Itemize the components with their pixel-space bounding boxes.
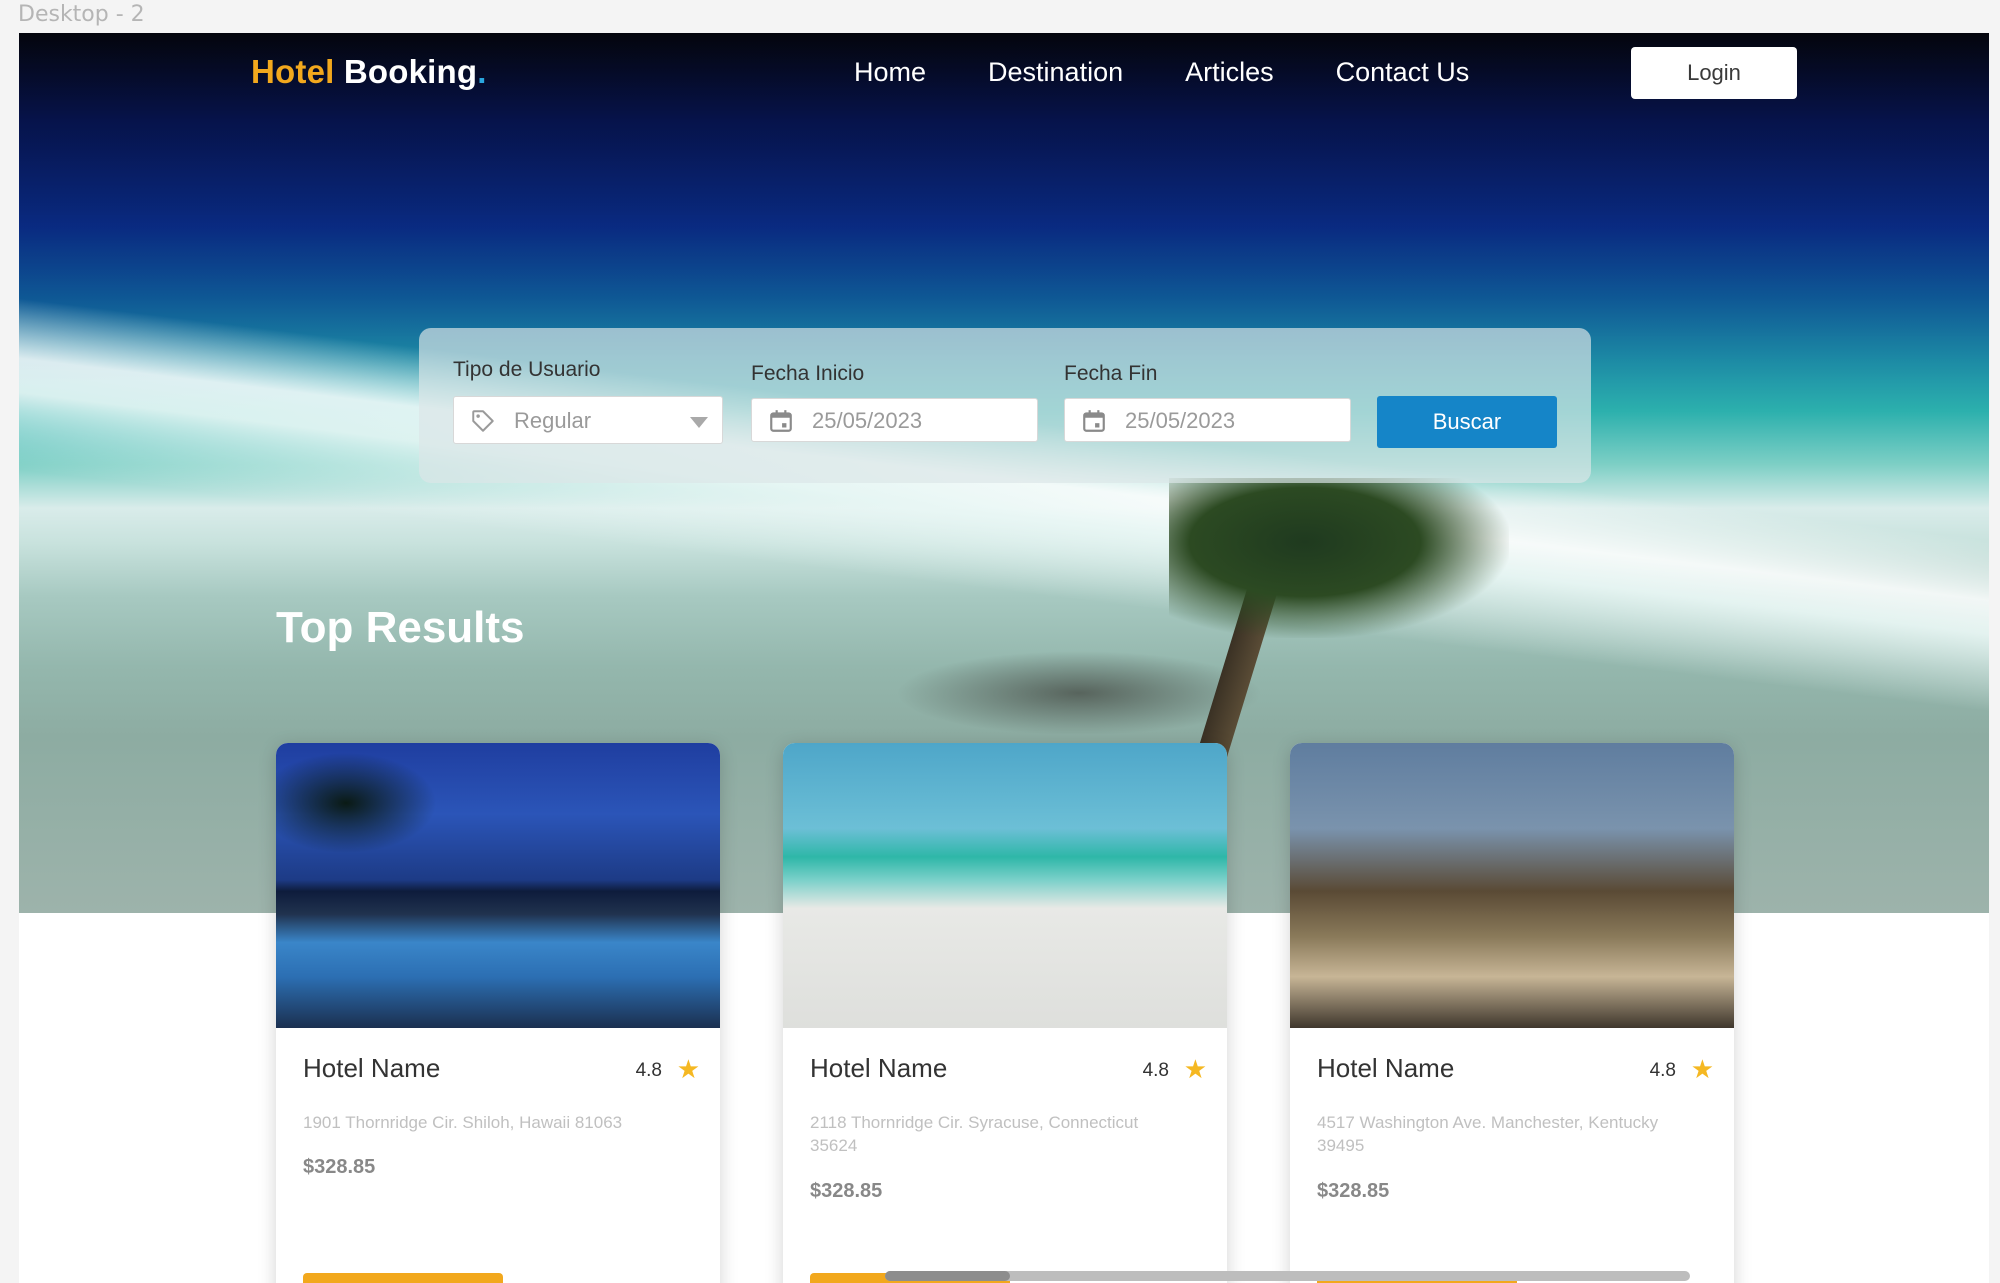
frame-label: Desktop - 2: [18, 2, 145, 27]
scrollbar-thumb[interactable]: [885, 1271, 1010, 1281]
search-panel: Tipo de Usuario Regular Fecha Inicio 25/…: [419, 328, 1591, 483]
hotel-card[interactable]: Hotel Name 4.8 ★ 2118 Thornridge Cir. Sy…: [783, 743, 1227, 1283]
logo-booking: Booking: [343, 53, 478, 90]
book-button[interactable]: [303, 1273, 503, 1283]
hotel-rating: 4.8: [635, 1060, 662, 1081]
hotel-price: $328.85: [1317, 1180, 1390, 1202]
hotel-card[interactable]: Hotel Name 4.8 ★ 1901 Thornridge Cir. Sh…: [276, 743, 720, 1283]
hotel-address: 4517 Washington Ave. Manchester, Kentuck…: [1317, 1113, 1659, 1155]
card-body: Hotel Name 4.8 ★ 4517 Washington Ave. Ma…: [1290, 1028, 1734, 1283]
hotel-price: $328.85: [810, 1180, 883, 1202]
nav-links: Home Destination Articles Contact Us: [854, 57, 1531, 88]
desktop-frame: Hotel Booking. Home Destination Articles…: [19, 33, 1989, 1283]
hotel-image: [783, 743, 1227, 1028]
start-date-field[interactable]: 25/05/2023: [751, 398, 1038, 442]
hotel-price: $328.85: [303, 1156, 376, 1178]
logo-dot: .: [477, 53, 487, 90]
top-nav: Hotel Booking. Home Destination Articles…: [19, 33, 1989, 133]
nav-link-destination[interactable]: Destination: [988, 57, 1123, 88]
end-date-field[interactable]: 25/05/2023: [1064, 398, 1351, 442]
hotel-address: 1901 Thornridge Cir. Shiloh, Hawaii 8106…: [303, 1113, 623, 1132]
start-date-value: 25/05/2023: [812, 408, 923, 433]
tag-icon: [472, 410, 494, 432]
horizontal-scrollbar[interactable]: [885, 1271, 1690, 1281]
nav-link-home[interactable]: Home: [854, 57, 926, 88]
calendar-icon: [770, 410, 792, 432]
start-date-label: Fecha Inicio: [751, 362, 865, 385]
card-body: Hotel Name 4.8 ★ 1901 Thornridge Cir. Sh…: [276, 1028, 720, 1283]
hotel-image: [276, 743, 720, 1028]
nav-link-contact-us[interactable]: Contact Us: [1336, 57, 1470, 88]
star-icon: ★: [1690, 1054, 1714, 1084]
end-date-value: 25/05/2023: [1125, 408, 1236, 433]
section-title: Top Results: [276, 603, 525, 652]
hotel-name: Hotel Name: [810, 1053, 948, 1083]
card-body: Hotel Name 4.8 ★ 2118 Thornridge Cir. Sy…: [783, 1028, 1227, 1283]
hotel-rating: 4.8: [1649, 1060, 1676, 1081]
hotel-name: Hotel Name: [1317, 1053, 1455, 1083]
search-button[interactable]: Buscar: [1377, 396, 1557, 448]
star-icon: ★: [1183, 1054, 1207, 1084]
hotel-rating: 4.8: [1142, 1060, 1169, 1081]
calendar-icon: [1083, 410, 1105, 432]
hotel-address: 2118 Thornridge Cir. Syracuse, Connectic…: [810, 1113, 1139, 1155]
user-type-value: Regular: [514, 408, 592, 433]
user-type-select[interactable]: Regular: [453, 396, 723, 444]
logo-hotel: Hotel: [251, 53, 335, 90]
chevron-down-icon: [690, 417, 708, 428]
star-icon: ★: [676, 1054, 700, 1084]
login-button[interactable]: Login: [1631, 47, 1797, 99]
end-date-label: Fecha Fin: [1064, 362, 1158, 385]
hotel-name: Hotel Name: [303, 1053, 441, 1083]
nav-link-articles[interactable]: Articles: [1185, 57, 1274, 88]
logo[interactable]: Hotel Booking.: [251, 53, 487, 91]
user-type-label: Tipo de Usuario: [453, 358, 601, 381]
hotel-image: [1290, 743, 1734, 1028]
hotel-card[interactable]: Hotel Name 4.8 ★ 4517 Washington Ave. Ma…: [1290, 743, 1734, 1283]
